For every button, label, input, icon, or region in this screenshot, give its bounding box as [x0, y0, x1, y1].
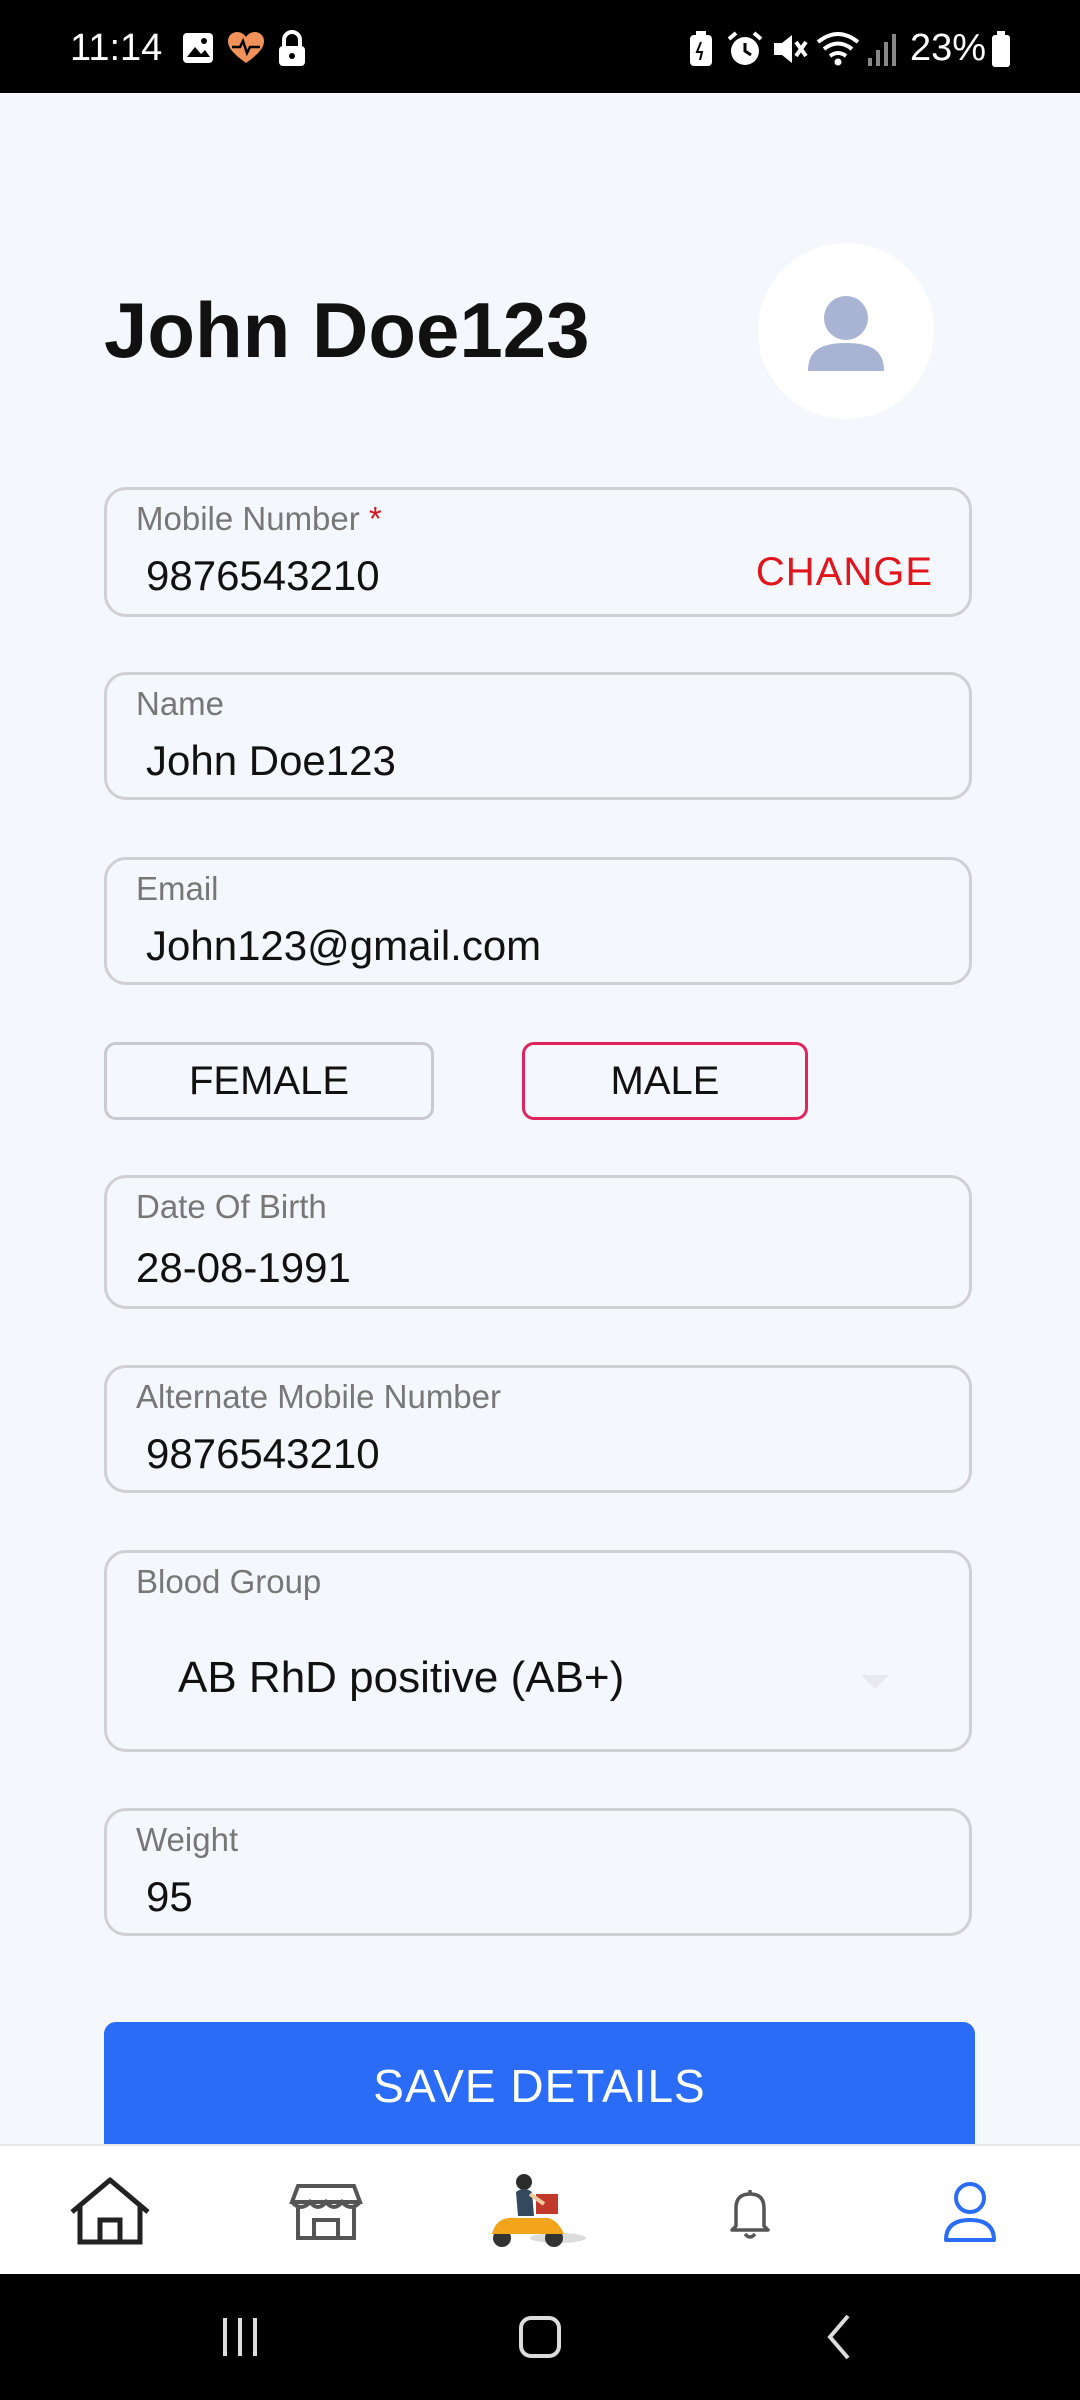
weight-field[interactable]: Weight 95: [104, 1808, 972, 1936]
wifi-icon: [816, 30, 860, 73]
alternate-mobile-label: Alternate Mobile Number: [136, 1378, 501, 1415]
battery-saver-icon: [688, 30, 714, 73]
image-icon: [180, 30, 216, 71]
status-bar: 11:14 23%: [0, 0, 1080, 93]
date-of-birth-field[interactable]: Date Of Birth 28-08-1991: [104, 1175, 972, 1309]
date-of-birth-value[interactable]: 28-08-1991: [136, 1244, 351, 1292]
gender-male-button[interactable]: MALE: [522, 1042, 808, 1120]
weight-label: Weight: [136, 1821, 239, 1858]
back-icon[interactable]: [820, 2312, 860, 2367]
email-label: Email: [136, 870, 219, 907]
save-details-button[interactable]: SAVE DETAILS: [104, 2022, 975, 2150]
blood-group-field[interactable]: Blood Group AB RhD positive (AB+): [104, 1550, 972, 1752]
nav-notifications[interactable]: [710, 2146, 790, 2276]
alternate-mobile-field[interactable]: Alternate Mobile Number 9876543210: [104, 1365, 972, 1493]
avatar[interactable]: [758, 243, 934, 419]
name-input[interactable]: John Doe123: [146, 737, 396, 785]
mute-icon: [770, 30, 810, 73]
profile-name: John Doe123: [104, 286, 590, 374]
battery-icon: [990, 30, 1012, 73]
alternate-mobile-input[interactable]: 9876543210: [146, 1430, 380, 1478]
bottom-navigation: [0, 2144, 1080, 2276]
required-mark: *: [368, 500, 382, 537]
weight-input[interactable]: 95: [146, 1873, 193, 1921]
blood-group-select[interactable]: AB RhD positive (AB+): [178, 1653, 624, 1703]
user-avatar-icon: [758, 296, 934, 423]
system-navigation-bar: [0, 2274, 1080, 2400]
nav-delivery[interactable]: [480, 2146, 600, 2276]
mobile-number-field[interactable]: Mobile Number * 9876543210 CHANGE: [104, 487, 972, 617]
email-field[interactable]: Email John123@gmail.com: [104, 857, 972, 985]
date-of-birth-label: Date Of Birth: [136, 1188, 327, 1225]
battery-percentage: 23%: [910, 27, 987, 69]
heart-rate-icon: [226, 30, 266, 71]
mobile-number-value[interactable]: 9876543210: [146, 552, 380, 600]
home-button-icon[interactable]: [515, 2312, 565, 2367]
status-time: 11:14: [70, 27, 163, 69]
name-label: Name: [136, 685, 225, 722]
signal-icon: [866, 30, 898, 73]
lock-icon: [276, 30, 308, 73]
mobile-number-label: Mobile Number *: [136, 500, 382, 538]
chevron-down-icon[interactable]: [861, 1675, 889, 1689]
blood-group-label: Blood Group: [136, 1563, 322, 1600]
nav-home[interactable]: [60, 2146, 160, 2276]
alarm-icon: [726, 30, 764, 73]
nav-profile[interactable]: [930, 2146, 1010, 2276]
change-mobile-button[interactable]: CHANGE: [756, 550, 933, 595]
nav-store[interactable]: [276, 2146, 376, 2276]
email-input[interactable]: John123@gmail.com: [146, 922, 541, 970]
name-field[interactable]: Name John Doe123: [104, 672, 972, 800]
gender-female-button[interactable]: FEMALE: [104, 1042, 434, 1120]
recent-apps-icon[interactable]: [215, 2314, 265, 2365]
mobile-number-label-text: Mobile Number: [136, 500, 360, 537]
